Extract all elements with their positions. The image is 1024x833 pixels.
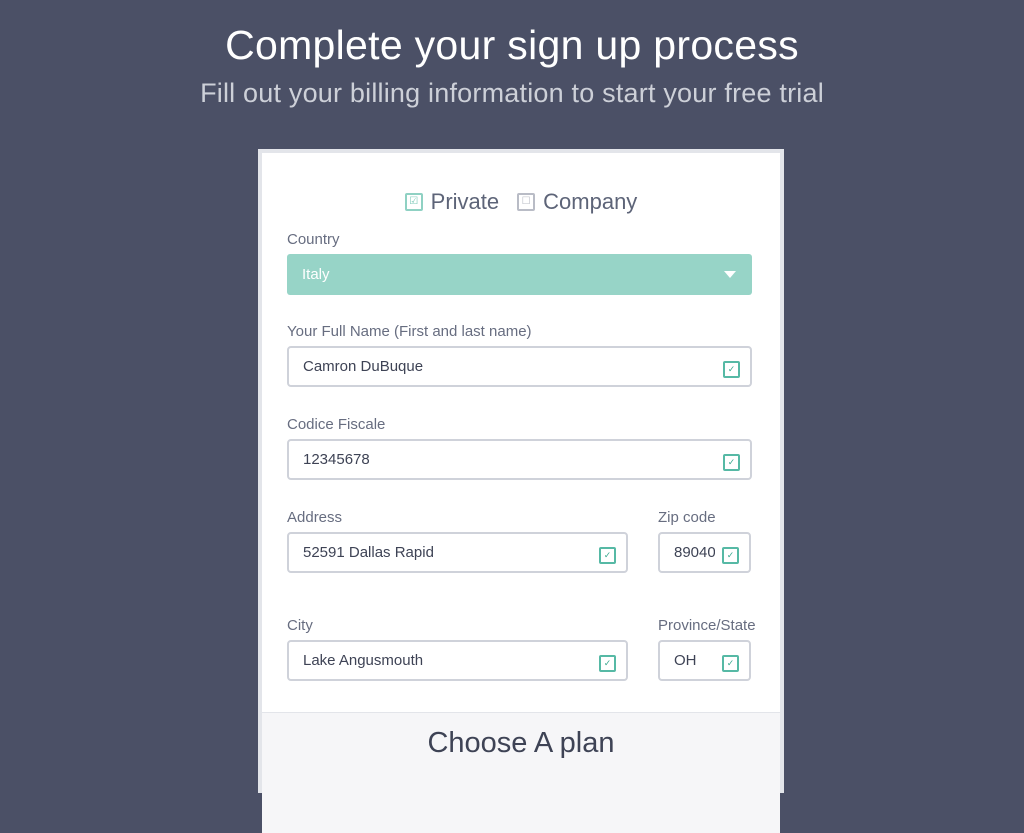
plan-title: Choose A plan [427,727,615,759]
address-input[interactable]: 52591 Dallas Rapid ✓ [287,532,628,573]
autofill-icon[interactable]: ✓ [722,655,739,672]
province-value: OH [674,652,697,669]
zip-value: 89040 [674,544,715,561]
city-label: City [287,617,313,634]
caret-down-icon[interactable] [724,271,736,278]
codice-fiscale-value: 12345678 [303,451,370,468]
full-name-value: Camron DuBuque [303,358,424,375]
country-select[interactable]: Italy [287,254,752,295]
full-name-label: Your Full Name (First and last name) [287,323,532,340]
page-subtitle: Fill out your billing information to sta… [200,78,824,108]
private-option[interactable]: ☑ Private [404,189,500,215]
autofill-icon[interactable]: ✓ [599,655,616,672]
address-label: Address [287,509,343,526]
city-input[interactable]: Lake Angusmouth ✓ [287,640,628,681]
checkbox-icon[interactable]: ☑ [404,193,423,211]
province-input[interactable]: OH ✓ [658,640,751,681]
city-value: Lake Angusmouth [303,652,424,669]
full-name-input[interactable]: Camron DuBuque ✓ [287,346,752,387]
country-label: Country [287,231,340,248]
autofill-icon[interactable]: ✓ [723,361,740,378]
account-type-selector: ☑ Private ☐ Company [262,189,780,215]
company-label: Company [543,189,638,214]
codice-fiscale-label: Codice Fiscale [287,416,386,433]
private-label: Private [430,189,500,214]
billing-form-card: ☑ Private ☐ Company Country Italy Your F… [258,149,784,833]
autofill-icon[interactable]: ✓ [599,547,616,564]
country-value: Italy [302,266,330,283]
zip-input[interactable]: 89040 ✓ [658,532,751,573]
codice-fiscale-input[interactable]: 12345678 ✓ [287,439,752,480]
company-option[interactable]: ☐ Company [517,189,637,215]
address-value: 52591 Dallas Rapid [303,544,434,561]
plan-section: Choose A plan [262,712,780,833]
province-label: Province/State [658,617,756,634]
checkbox-icon[interactable]: ☐ [517,193,536,211]
autofill-icon[interactable]: ✓ [722,547,739,564]
page-title: Complete your sign up process [225,22,799,68]
zip-label: Zip code [658,509,716,526]
autofill-icon[interactable]: ✓ [723,454,740,471]
